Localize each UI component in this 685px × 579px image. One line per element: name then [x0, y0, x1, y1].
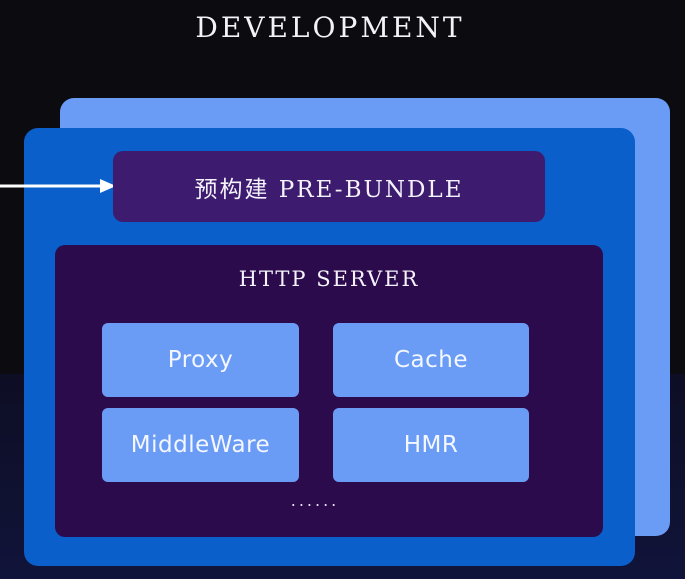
- module-proxy-label: Proxy: [167, 347, 234, 373]
- module-hmr: HMR: [333, 408, 529, 482]
- module-middleware-label: MiddleWare: [130, 432, 271, 458]
- arrow-right-icon: [0, 179, 116, 193]
- module-proxy: Proxy: [102, 323, 299, 397]
- http-server-box: HTTP SERVER Proxy Cache MiddleWare HMR .…: [55, 245, 603, 537]
- prebundle-label: 预构建 PRE-BUNDLE: [194, 176, 464, 203]
- module-middleware: MiddleWare: [102, 408, 299, 482]
- module-cache-label: Cache: [393, 347, 469, 373]
- more-modules-ellipsis: ......: [290, 491, 340, 510]
- http-server-title: HTTP SERVER: [238, 267, 420, 291]
- prebundle-box: 预构建 PRE-BUNDLE: [113, 151, 545, 222]
- diagram-title: DEVELOPMENT: [195, 11, 465, 44]
- module-cache: Cache: [333, 323, 529, 397]
- module-hmr-label: HMR: [403, 432, 459, 458]
